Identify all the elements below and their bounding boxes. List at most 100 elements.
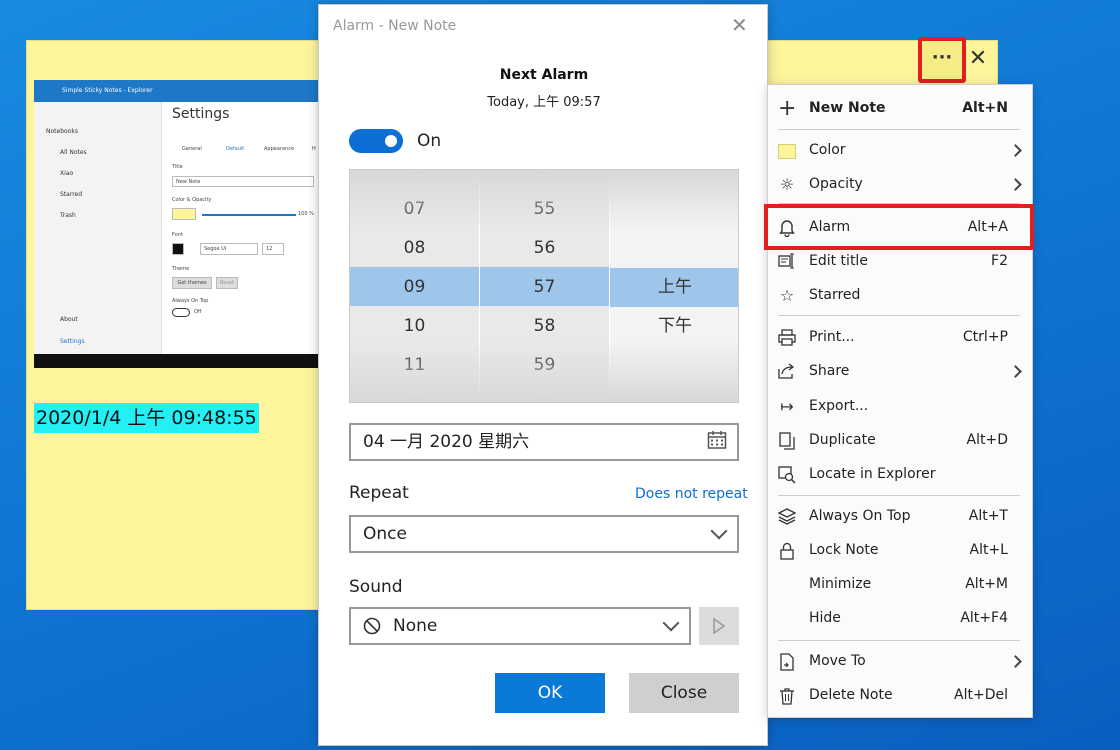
- menu-item-export[interactable]: ↦ Export...: [768, 391, 1034, 423]
- menu-item-label: Print...: [809, 329, 855, 345]
- note-close-button[interactable]: ✕: [966, 48, 990, 72]
- sun-icon: ☼: [779, 175, 795, 194]
- play-sound-button[interactable]: [699, 607, 739, 645]
- alarm-toggle[interactable]: [349, 129, 403, 153]
- menu-item-label: Export...: [809, 398, 869, 414]
- embedded-nav: Notebooks All Notes Xiao Starred Trash A…: [34, 102, 162, 354]
- hour-option[interactable]: 08: [350, 229, 479, 268]
- embedded-nav-item: Notebooks: [46, 128, 78, 135]
- period-option-selected[interactable]: 上午: [610, 268, 738, 307]
- embedded-title-input: New Note: [172, 176, 314, 187]
- note-context-menu: + New Note Alt+N Color ☼ Opacity Alarm A…: [767, 84, 1033, 718]
- no-sound-icon: [363, 617, 381, 635]
- chevron-right-icon: [1009, 144, 1022, 157]
- dialog-close-icon[interactable]: ✕: [731, 13, 748, 37]
- menu-item-print[interactable]: Print... Ctrl+P: [768, 322, 1034, 354]
- menu-item-shortcut: Alt+D: [966, 432, 1008, 448]
- repeat-dropdown[interactable]: Once: [349, 515, 739, 553]
- menu-divider: [778, 315, 1020, 316]
- menu-item-color[interactable]: Color: [768, 135, 1034, 167]
- calendar-icon[interactable]: [707, 430, 727, 450]
- embedded-nav-item: About: [60, 316, 78, 323]
- embedded-nav-item: Trash: [60, 212, 76, 219]
- alarm-dialog: Alarm - New Note ✕ Next Alarm Today, 上午 …: [318, 4, 768, 746]
- embedded-label: Always On Top: [172, 298, 209, 304]
- star-icon: ☆: [779, 286, 795, 305]
- menu-item-share[interactable]: Share: [768, 356, 1034, 388]
- hour-option-selected[interactable]: 09: [350, 268, 479, 307]
- menu-item-shortcut: Alt+T: [968, 508, 1008, 524]
- embedded-nav-item: Starred: [60, 191, 83, 198]
- menu-item-minimize[interactable]: Minimize Alt+M: [768, 569, 1034, 601]
- menu-item-shortcut: Ctrl+P: [962, 329, 1008, 345]
- more-options-button[interactable]: ···: [918, 37, 966, 83]
- chevron-right-icon: [1009, 178, 1022, 191]
- menu-item-opacity[interactable]: ☼ Opacity: [768, 169, 1034, 201]
- menu-item-hide[interactable]: Hide Alt+F4: [768, 603, 1034, 635]
- embedded-color-picker: [172, 208, 196, 220]
- export-icon: ↦: [780, 397, 794, 416]
- menu-item-shortcut: Alt+M: [965, 576, 1008, 592]
- dialog-title: Alarm - New Note: [333, 18, 457, 34]
- embedded-opacity-slider: [202, 214, 296, 216]
- ok-button[interactable]: OK: [495, 673, 605, 713]
- menu-item-lock-note[interactable]: Lock Note Alt+L: [768, 535, 1034, 567]
- menu-item-label: Share: [809, 363, 850, 379]
- menu-item-label: Lock Note: [809, 542, 879, 558]
- menu-divider: [778, 640, 1020, 641]
- embedded-title-bar: Simple Sticky Notes - Explorer: [34, 80, 320, 102]
- alarm-highlight-box: [764, 204, 1034, 250]
- embedded-label: Color & Opacity: [172, 197, 212, 203]
- menu-item-new-note[interactable]: + New Note Alt+N: [768, 93, 1034, 125]
- embedded-nav-item: Xiao: [60, 170, 74, 177]
- embedded-label: Font: [172, 232, 183, 238]
- date-field[interactable]: 04 一月 2020 星期六: [349, 423, 739, 461]
- layers-icon: [777, 508, 797, 526]
- menu-item-duplicate[interactable]: Duplicate Alt+D: [768, 425, 1034, 457]
- embedded-tab: Appearance: [264, 146, 295, 152]
- embedded-nav-item: Settings: [60, 338, 85, 345]
- trash-icon: [778, 687, 796, 705]
- sound-dropdown[interactable]: None: [349, 607, 691, 645]
- embedded-toggle: [172, 308, 190, 317]
- chevron-right-icon: [1009, 365, 1022, 378]
- menu-item-label: Color: [809, 142, 846, 158]
- menu-item-always-on-top[interactable]: Always On Top Alt+T: [768, 501, 1034, 533]
- time-picker[interactable]: 06 07 08 09 10 11 12 54 55 56 57 58 59 0…: [349, 169, 739, 403]
- embedded-screenshot: Simple Sticky Notes - Explorer Notebooks…: [34, 80, 320, 368]
- menu-item-edit-title[interactable]: Edit title F2: [768, 246, 1034, 278]
- repeat-label: Repeat: [349, 483, 409, 503]
- embedded-reset: Reset: [216, 277, 238, 289]
- printer-icon: [778, 329, 796, 347]
- embedded-font-size: 12: [262, 243, 284, 255]
- menu-item-starred[interactable]: ☆ Starred: [768, 280, 1034, 312]
- minute-option[interactable]: 56: [480, 229, 609, 268]
- menu-item-locate[interactable]: Locate in Explorer: [768, 459, 1034, 491]
- hour-option[interactable]: 10: [350, 307, 479, 346]
- repeat-status-link[interactable]: Does not repeat: [635, 486, 748, 502]
- embedded-label: Theme: [172, 266, 190, 272]
- menu-item-label: Locate in Explorer: [809, 466, 936, 482]
- menu-item-delete-note[interactable]: Delete Note Alt+Del: [768, 680, 1034, 712]
- embedded-tab: General: [182, 146, 202, 152]
- embedded-font-color: [172, 243, 184, 255]
- next-alarm-time: Today, 上午 09:57: [487, 95, 601, 110]
- menu-item-label: Move To: [809, 653, 866, 669]
- plus-icon: +: [778, 96, 797, 121]
- period-option[interactable]: 下午: [610, 307, 738, 346]
- minute-option-selected[interactable]: 57: [480, 268, 609, 307]
- menu-item-shortcut: F2: [991, 253, 1008, 269]
- menu-item-label: Opacity: [809, 176, 863, 192]
- menu-item-shortcut: Alt+Del: [954, 687, 1008, 703]
- menu-item-label: Duplicate: [809, 432, 876, 448]
- close-button[interactable]: Close: [629, 673, 739, 713]
- menu-item-label: New Note: [809, 100, 886, 116]
- minute-option[interactable]: 58: [480, 307, 609, 346]
- lock-icon: [778, 542, 796, 560]
- menu-item-label: Hide: [809, 610, 841, 626]
- sound-label: Sound: [349, 577, 403, 597]
- menu-item-move-to[interactable]: Move To: [768, 646, 1034, 678]
- chevron-right-icon: [1009, 655, 1022, 668]
- embedded-label: Title: [172, 164, 183, 170]
- note-timestamp[interactable]: 2020/1/4 上午 09:48:55: [34, 403, 259, 433]
